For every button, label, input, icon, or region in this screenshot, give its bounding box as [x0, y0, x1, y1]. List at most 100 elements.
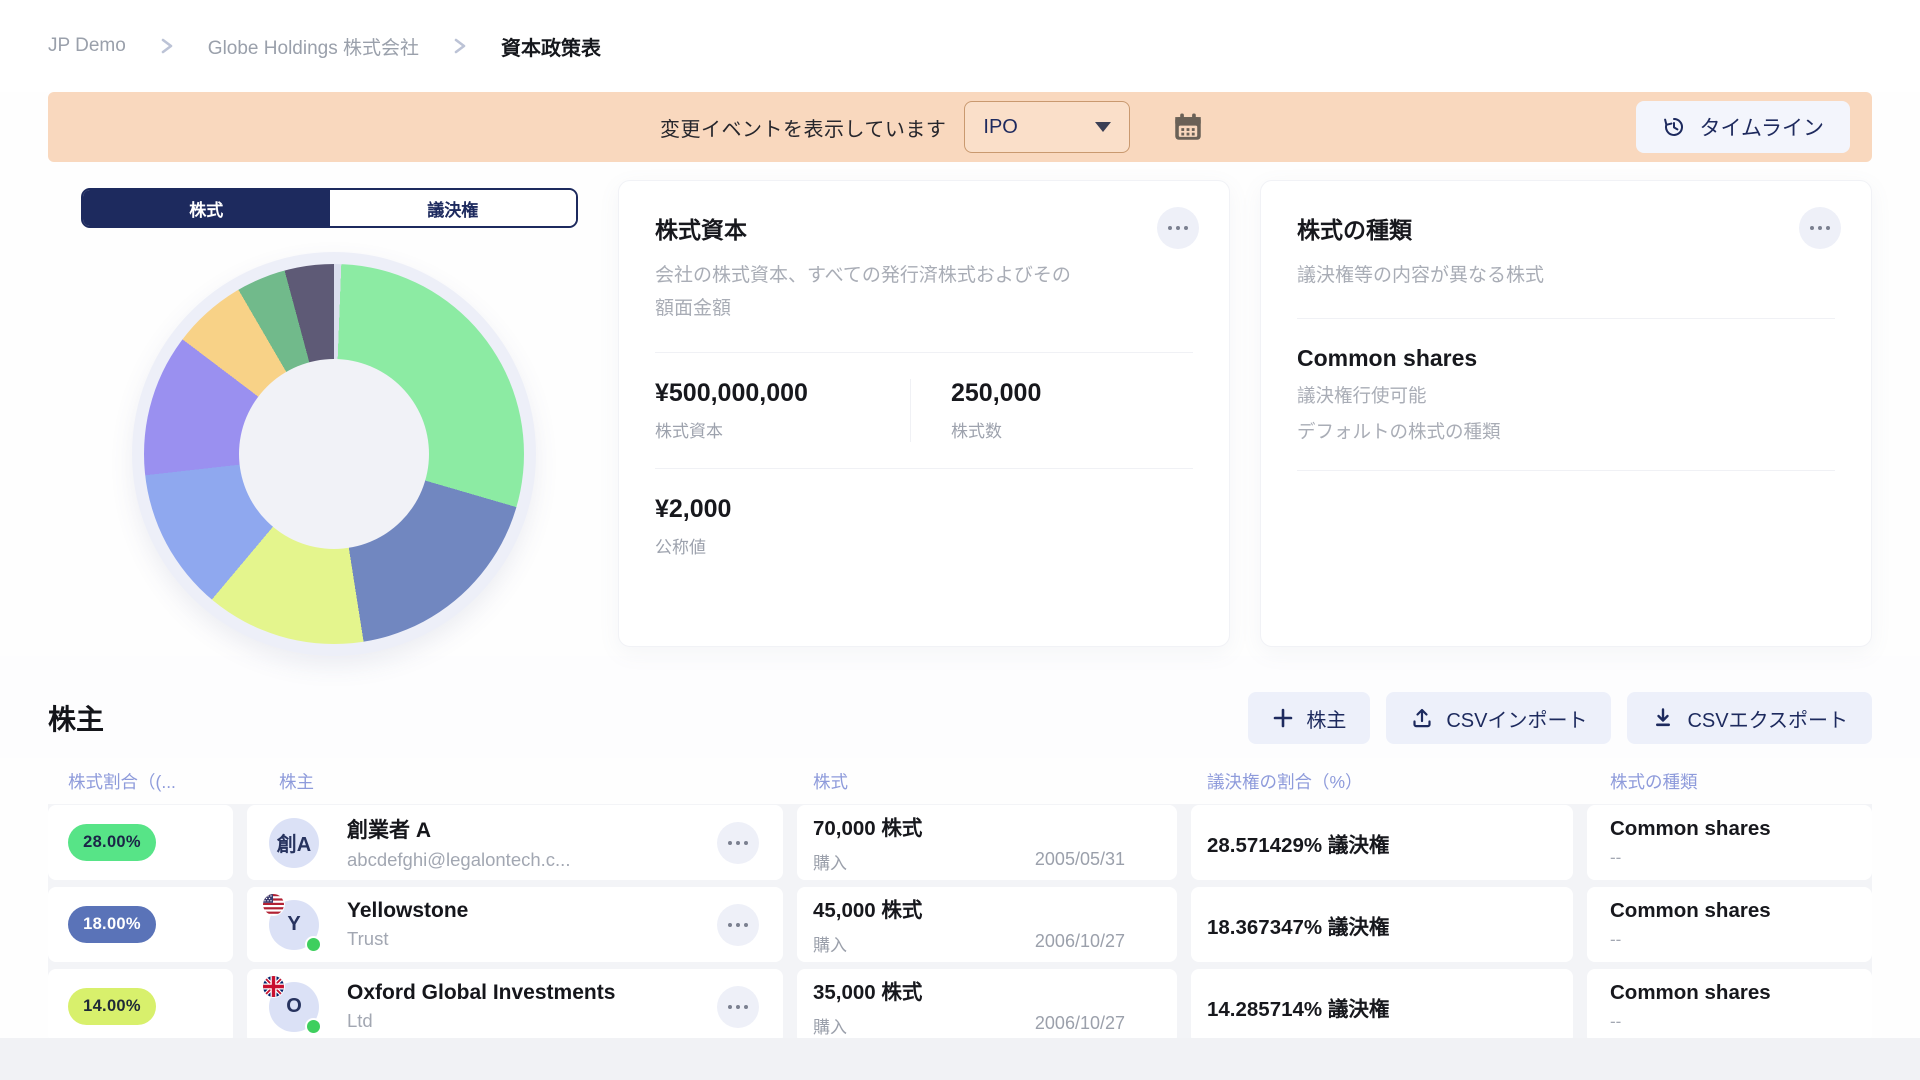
chevron-right-icon	[160, 36, 174, 56]
share-capital-title: 株式資本	[655, 211, 1193, 245]
shares-voting-toggle: 株式 議決権	[81, 188, 578, 228]
shareholders-table: 株式割合（(... 株主 株式 議決権の割合（%） 株式の種類 28.00% 創…	[0, 758, 1920, 1045]
ownership-donut-chart[interactable]	[144, 264, 524, 644]
ellipsis-icon	[1168, 226, 1172, 230]
avatar: O	[269, 982, 319, 1032]
ellipsis-icon	[728, 841, 732, 845]
more-menu-button[interactable]	[1799, 207, 1841, 249]
chevron-right-icon	[453, 36, 467, 56]
us-flag-icon	[263, 894, 284, 915]
ellipsis-icon	[728, 923, 732, 927]
csv-import-button[interactable]: CSVインポート	[1386, 692, 1611, 744]
share-capital-subtitle: 会社の株式資本、すべての発行済株式およびその額面金額	[655, 259, 1085, 326]
divider	[1297, 318, 1835, 319]
share-class-card: 株式の種類 議決権等の内容が異なる株式 Common shares 議決権行使可…	[1260, 180, 1872, 647]
toggle-shares[interactable]: 株式	[83, 190, 330, 226]
share-class-subtitle: 議決権等の内容が異なる株式	[1297, 259, 1727, 292]
share-class-value: Common shares	[1610, 981, 1771, 1005]
event-select[interactable]: IPO	[964, 101, 1130, 153]
history-icon	[1662, 115, 1686, 139]
share-class-sub: --	[1610, 930, 1621, 950]
share-class-line: デフォルトの株式の種類	[1297, 418, 1835, 444]
share-class-sub: --	[1610, 1012, 1621, 1032]
ellipsis-icon	[728, 1005, 732, 1009]
chevron-down-icon	[1095, 122, 1111, 132]
csv-export-button[interactable]: CSVエクスポート	[1627, 692, 1872, 744]
divider	[655, 352, 1193, 353]
stat-nominal-value: ¥2,000 公称値	[655, 495, 910, 558]
more-menu-button[interactable]	[1157, 207, 1199, 249]
shareholders-title: 株主	[48, 698, 104, 738]
plus-icon	[1272, 707, 1294, 729]
share-class-name: Common shares	[1297, 345, 1835, 372]
divider	[1297, 470, 1835, 471]
acquisition-date: 2006/10/27	[1035, 931, 1125, 956]
share-capital-card: 株式資本 会社の株式資本、すべての発行済株式およびその額面金額 ¥500,000…	[618, 180, 1230, 647]
row-more-button[interactable]	[717, 986, 759, 1028]
shareholder-email: abcdefghi@legalontech.c...	[347, 849, 570, 871]
share-class-line: 議決権行使可能	[1297, 382, 1835, 408]
share-class-sub: --	[1610, 848, 1621, 868]
table-header-row: 株式割合（(... 株主 株式 議決権の割合（%） 株式の種類	[48, 758, 1872, 804]
overview-section: 株式 議決権 株式資本 会社の株式資本、すべての発行済株式およびその額面金額 ¥…	[0, 162, 1920, 656]
page-title: 資本政策表	[501, 32, 601, 61]
stat-share-count: 250,000 株式数	[910, 379, 1165, 442]
shares-count: 45,000 株式	[813, 893, 1125, 923]
event-banner: 変更イベントを表示しています IPO	[48, 92, 1872, 162]
chart-column: 株式 議決権	[48, 180, 588, 656]
status-dot	[305, 936, 322, 953]
column-header-voting[interactable]: 議決権の割合（%）	[1191, 769, 1573, 794]
acquisition-method: 購入	[813, 849, 847, 874]
calendar-button[interactable]	[1168, 105, 1208, 149]
column-header-shareholder[interactable]: 株主	[247, 769, 783, 794]
share-class-title: 株式の種類	[1297, 211, 1835, 245]
voting-percent: 14.285714% 議決権	[1191, 969, 1573, 1044]
breadcrumb-item-workspace[interactable]: JP Demo	[48, 35, 126, 57]
acquisition-method: 購入	[813, 1013, 847, 1038]
acquisition-method: 購入	[813, 931, 847, 956]
shareholders-header: 株主 株主 CSVインポート CSVエクスポート	[0, 656, 1920, 758]
table-row[interactable]: 14.00% O	[48, 969, 1872, 1044]
ownership-badge: 28.00%	[68, 824, 156, 861]
column-header-ownership[interactable]: 株式割合（(...	[48, 769, 233, 794]
acquisition-date: 2006/10/27	[1035, 1013, 1125, 1038]
share-class-value: Common shares	[1610, 899, 1771, 923]
voting-percent: 28.571429% 議決権	[1191, 805, 1573, 880]
breadcrumb-item-company[interactable]: Globe Holdings 株式会社	[208, 33, 419, 60]
acquisition-date: 2005/05/31	[1035, 849, 1125, 874]
shareholder-name: Yellowstone	[347, 899, 468, 923]
table-row[interactable]: 18.00% Y Yellowstone	[48, 887, 1872, 962]
upload-icon	[1410, 706, 1434, 730]
shareholder-name: 創業者 A	[347, 814, 570, 844]
status-dot	[305, 1018, 322, 1035]
voting-percent: 18.367347% 議決権	[1191, 887, 1573, 962]
ownership-donut-plate	[132, 252, 536, 656]
event-banner-message: 変更イベントを表示しています	[660, 113, 946, 142]
timeline-button-label: タイムライン	[1699, 112, 1824, 142]
timeline-button[interactable]: タイムライン	[1636, 101, 1850, 153]
column-header-shares[interactable]: 株式	[797, 769, 1177, 794]
row-more-button[interactable]	[717, 904, 759, 946]
shares-count: 70,000 株式	[813, 811, 1125, 841]
uk-flag-icon	[263, 976, 284, 997]
avatar: 創A	[269, 818, 319, 868]
cap-table-page: JP Demo Globe Holdings 株式会社 資本政策表 変更イベント…	[0, 0, 1920, 1080]
shareholder-type: Trust	[347, 928, 468, 950]
ellipsis-icon	[1810, 226, 1814, 230]
ownership-badge: 18.00%	[68, 906, 156, 943]
avatar: Y	[269, 900, 319, 950]
calendar-icon	[1171, 110, 1205, 144]
donut-hole	[239, 359, 429, 549]
column-header-share-class[interactable]: 株式の種類	[1587, 769, 1872, 794]
add-shareholder-button[interactable]: 株主	[1248, 692, 1370, 744]
ownership-badge: 14.00%	[68, 988, 156, 1025]
stat-share-capital: ¥500,000,000 株式資本	[655, 379, 910, 442]
download-icon	[1651, 706, 1675, 730]
toggle-voting[interactable]: 議決権	[330, 190, 577, 226]
event-select-value: IPO	[983, 116, 1017, 139]
table-row[interactable]: 28.00% 創A 創業者 A abcdefghi@legalontech.c.…	[48, 805, 1872, 880]
divider	[655, 468, 1193, 469]
row-more-button[interactable]	[717, 822, 759, 864]
breadcrumb: JP Demo Globe Holdings 株式会社 資本政策表	[0, 0, 1920, 92]
shares-count: 35,000 株式	[813, 975, 1125, 1005]
